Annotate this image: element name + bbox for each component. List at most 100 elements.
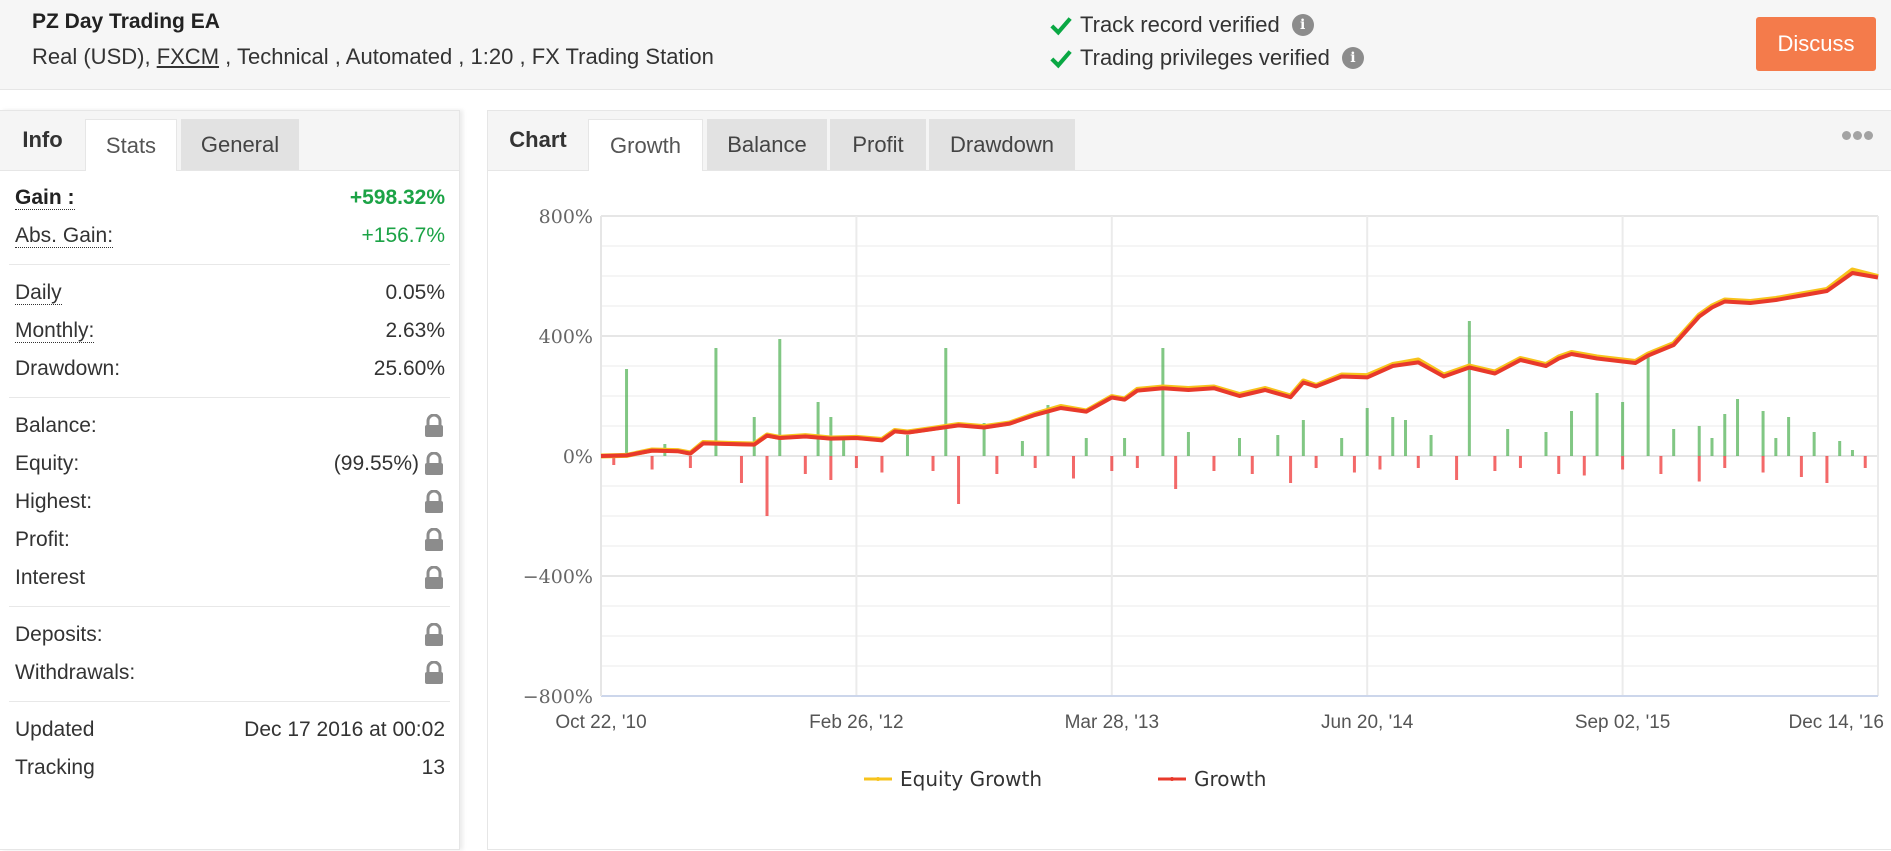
daily-bar	[1301, 420, 1305, 456]
divider	[9, 264, 450, 265]
daily-bar	[1289, 456, 1293, 483]
chart-legend: Equity Growth Growth	[864, 767, 1266, 791]
daily-bar	[1123, 438, 1127, 456]
x-tick-label: Feb 26, '12	[809, 712, 903, 733]
daily-bar	[944, 348, 948, 456]
updated-row: Updated Dec 17 2016 at 00:02	[15, 711, 445, 749]
daily-bar	[1736, 399, 1740, 456]
daily-bar	[1378, 456, 1382, 470]
legend-label: Equity Growth	[900, 767, 1042, 791]
daily-bar	[1570, 411, 1574, 456]
x-tick-label: Oct 22, '10	[555, 712, 646, 733]
daily-bar	[880, 456, 884, 473]
daily-bar	[1863, 456, 1867, 468]
drawdown-label: Drawdown:	[15, 357, 121, 380]
daily-bar	[1723, 414, 1727, 456]
daily-bar	[957, 456, 961, 504]
daily-bar	[1825, 456, 1829, 483]
daily-bar	[1799, 456, 1803, 477]
withdrawals-label: Withdrawals:	[15, 661, 136, 684]
abs-gain-label[interactable]: Abs. Gain:	[15, 224, 114, 249]
equity-value: (99.55%)	[333, 452, 419, 475]
daily-bar	[1404, 420, 1408, 456]
daily-bar	[765, 456, 769, 516]
daily-bar	[1110, 456, 1114, 471]
trading-privileges-verified: Trading privileges verified i	[1050, 45, 1364, 71]
daily-bar	[1557, 456, 1561, 474]
system-attributes: , Technical , Automated , 1:20 , FX Trad…	[219, 44, 714, 69]
daily-bar	[739, 456, 743, 483]
y-tick-label: 400%	[539, 326, 593, 348]
daily-bar	[1659, 456, 1663, 474]
tab-chart[interactable]: Chart	[488, 110, 588, 170]
daily-bar	[1276, 435, 1280, 456]
daily-bar	[1135, 456, 1139, 468]
x-tick-label: Jun 20, '14	[1321, 712, 1414, 733]
daily-bar	[1161, 348, 1165, 456]
daily-bar	[1672, 429, 1676, 456]
legend-marker	[1170, 777, 1174, 781]
lock-icon	[425, 414, 443, 437]
daily-bar	[1212, 456, 1216, 471]
x-tick-label: Mar 28, '13	[1065, 712, 1159, 733]
discuss-button[interactable]: Discuss	[1756, 17, 1876, 71]
tab-general[interactable]: General	[181, 119, 299, 170]
verification-label: Trading privileges verified	[1080, 45, 1330, 70]
x-axis-ticks: Oct 22, '10 Feb 26, '12 Mar 28, '13 Jun 20,…	[555, 712, 1884, 733]
tracking-label: Tracking	[15, 756, 95, 779]
equity-growth-line	[600, 267, 1879, 459]
legend-label: Growth	[1194, 767, 1266, 791]
tab-growth[interactable]: Growth	[588, 119, 703, 171]
lock-icon	[425, 490, 443, 513]
daily-value: 0.05%	[385, 281, 445, 304]
tracking-row: Tracking 13	[15, 749, 445, 787]
daily-bar	[829, 456, 833, 480]
daily-bar	[1582, 456, 1586, 476]
x-tick-label: Dec 14, '16	[1788, 712, 1884, 733]
broker-link[interactable]: FXCM	[157, 44, 219, 69]
more-options-icon[interactable]	[1842, 131, 1873, 140]
system-header: PZ Day Trading EA Real (USD), FXCM , Tec…	[0, 0, 1891, 90]
daily-label[interactable]: Daily	[15, 281, 62, 306]
daily-bar	[1071, 456, 1075, 479]
info-icon[interactable]: i	[1341, 47, 1364, 69]
daily-bar	[1250, 456, 1254, 474]
chart-panel: Chart Growth Balance Profit Drawdown 800…	[487, 110, 1891, 850]
abs-gain-value: +156.7%	[361, 224, 446, 247]
equity-row: Equity: (99.55%)	[15, 445, 445, 483]
tab-drawdown[interactable]: Drawdown	[929, 119, 1075, 170]
abs-gain-row: Abs. Gain: +156.7%	[15, 217, 445, 255]
tab-balance[interactable]: Balance	[707, 119, 827, 170]
daily-bar	[1020, 441, 1024, 456]
profit-row: Profit:	[15, 521, 445, 559]
legend-item[interactable]: Equity Growth	[864, 767, 1042, 791]
tab-stats[interactable]: Stats	[85, 119, 177, 171]
x-tick-label: Sep 02, '15	[1575, 712, 1671, 733]
drawdown-value: 25.60%	[373, 357, 445, 380]
daily-bar	[1838, 441, 1842, 456]
highest-row: Highest:	[15, 483, 445, 521]
daily-bar	[854, 456, 858, 468]
tab-info[interactable]: Info	[0, 110, 85, 170]
tracking-value[interactable]: 13	[422, 756, 445, 780]
tab-profit[interactable]: Profit	[830, 119, 926, 170]
daily-bar	[842, 438, 846, 456]
daily-bar	[1238, 438, 1241, 456]
daily-bar	[1352, 456, 1356, 473]
gain-label[interactable]: Gain :	[15, 186, 75, 211]
updated-label: Updated	[15, 718, 95, 741]
daily-bar	[650, 456, 654, 470]
balance-row: Balance:	[15, 407, 445, 445]
daily-bar	[1391, 417, 1395, 456]
y-axis-ticks: 800% 400% 0% −400% −800%	[523, 206, 593, 708]
stats-list: Gain : +598.32% Abs. Gain: +156.7% Daily…	[0, 179, 459, 787]
info-icon[interactable]: i	[1291, 14, 1314, 36]
legend-item[interactable]: Growth	[1158, 767, 1266, 791]
daily-bar	[1518, 456, 1522, 468]
daily-bar	[1697, 426, 1701, 456]
gain-row: Gain : +598.32%	[15, 179, 445, 217]
interest-label: Interest	[15, 566, 86, 589]
monthly-label[interactable]: Monthly:	[15, 319, 95, 344]
daily-bar	[688, 456, 692, 468]
daily-bar	[625, 369, 629, 456]
